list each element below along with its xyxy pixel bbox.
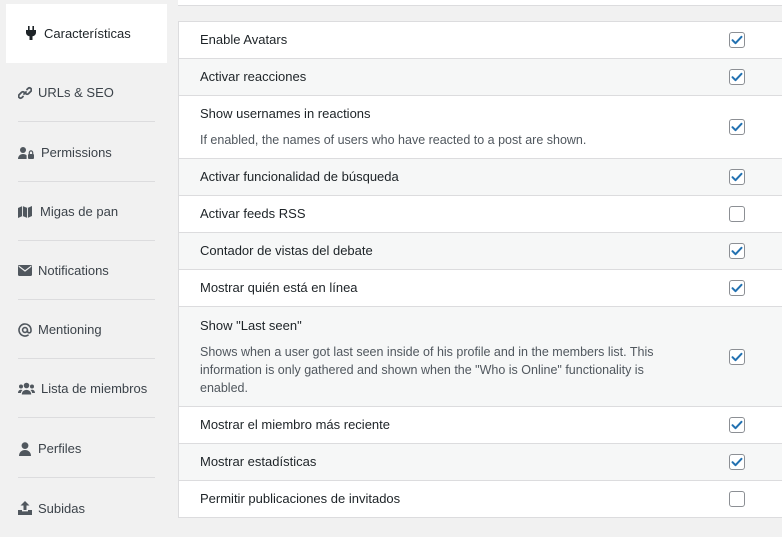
- setting-title: Contador de vistas del debate: [200, 243, 373, 258]
- sidebar-item-label: Migas de pan: [40, 204, 119, 219]
- setting-title: Activar reacciones: [200, 69, 307, 84]
- sidebar-item-label: Características: [44, 25, 131, 41]
- setting-row-show-last-seen: Show "Last seen" Shows when a user got l…: [178, 307, 782, 407]
- map-icon: [18, 205, 34, 219]
- sidebar-item-label: Perfiles: [38, 441, 82, 456]
- sidebar-item-caracteristicas[interactable]: Características: [24, 4, 161, 62]
- setting-title: Mostrar quién está en línea: [200, 280, 358, 295]
- setting-title: Mostrar el miembro más reciente: [200, 417, 390, 432]
- settings-panel: Enable Avatars Activar reacciones Show u…: [178, 21, 782, 518]
- setting-checkbox[interactable]: [729, 206, 745, 222]
- sidebar-item-urls-seo[interactable]: URLs & SEO: [18, 64, 155, 122]
- setting-title: Activar funcionalidad de búsqueda: [200, 169, 399, 184]
- setting-checkbox[interactable]: [729, 169, 745, 185]
- setting-title: Permitir publicaciones de invitados: [200, 491, 401, 506]
- user-icon: [18, 441, 32, 456]
- envelope-icon: [18, 264, 32, 278]
- setting-row-activar-reacciones: Activar reacciones: [178, 59, 782, 96]
- settings-sidebar: Características URLs & SEO Permissions M…: [6, 0, 167, 516]
- setting-checkbox[interactable]: [729, 417, 745, 433]
- setting-checkbox[interactable]: [729, 69, 745, 85]
- setting-checkbox[interactable]: [729, 491, 745, 507]
- setting-checkbox[interactable]: [729, 348, 745, 365]
- setting-checkbox[interactable]: [729, 243, 745, 259]
- setting-row-show-usernames-in-reactions: Show usernames in reactions If enabled, …: [178, 96, 782, 159]
- sidebar-item-label: Notifications: [38, 263, 109, 278]
- setting-title: Show usernames in reactions: [200, 106, 371, 121]
- sidebar-item-migas-de-pan[interactable]: Migas de pan: [18, 183, 155, 241]
- sidebar-item-notifications[interactable]: Notifications: [18, 242, 155, 300]
- setting-checkbox[interactable]: [729, 119, 745, 135]
- setting-row-activar-feeds-rss: Activar feeds RSS: [178, 196, 782, 233]
- setting-checkbox[interactable]: [729, 32, 745, 48]
- setting-row-activar-busqueda: Activar funcionalidad de búsqueda: [178, 159, 782, 196]
- setting-row-permitir-publicaciones-invitados: Permitir publicaciones de invitados: [178, 481, 782, 518]
- setting-description: Shows when a user got last seen inside o…: [200, 344, 654, 395]
- link-icon: [18, 86, 32, 100]
- setting-checkbox[interactable]: [729, 454, 745, 470]
- setting-row-mostrar-quien-esta-en-linea: Mostrar quién está en línea: [178, 270, 782, 307]
- sidebar-item-label: Subidas: [38, 500, 85, 516]
- setting-title: Enable Avatars: [200, 32, 288, 47]
- sidebar-item-label: Mentioning: [38, 322, 102, 337]
- setting-title: Show "Last seen": [200, 317, 302, 333]
- setting-checkbox[interactable]: [729, 280, 745, 296]
- setting-description: If enabled, the names of users who have …: [200, 133, 587, 147]
- sidebar-item-subidas[interactable]: Subidas: [18, 479, 155, 537]
- upload-icon: [18, 501, 32, 515]
- setting-title: Mostrar estadísticas: [200, 454, 317, 469]
- sidebar-item-label: Permissions: [41, 145, 112, 160]
- sidebar-item-lista-de-miembros[interactable]: Lista de miembros: [18, 360, 155, 418]
- sidebar-item-permissions[interactable]: Permissions: [18, 124, 155, 182]
- users-icon: [18, 382, 35, 396]
- sidebar-item-perfiles[interactable]: Perfiles: [18, 420, 155, 478]
- sidebar-item-label: Lista de miembros: [41, 381, 148, 396]
- setting-row-mostrar-estadisticas: Mostrar estadísticas: [178, 444, 782, 481]
- setting-row-enable-avatars: Enable Avatars: [178, 22, 782, 59]
- panel-top-edge: [178, 0, 782, 6]
- setting-title: Activar feeds RSS: [200, 206, 306, 221]
- plug-icon: [24, 26, 38, 40]
- sidebar-item-mentioning[interactable]: Mentioning: [18, 301, 155, 359]
- setting-row-mostrar-miembro-reciente: Mostrar el miembro más reciente: [178, 407, 782, 444]
- at-icon: [18, 322, 32, 337]
- sidebar-item-label: URLs & SEO: [38, 85, 114, 100]
- user-lock-icon: [18, 146, 35, 160]
- setting-row-contador-de-vistas: Contador de vistas del debate: [178, 233, 782, 270]
